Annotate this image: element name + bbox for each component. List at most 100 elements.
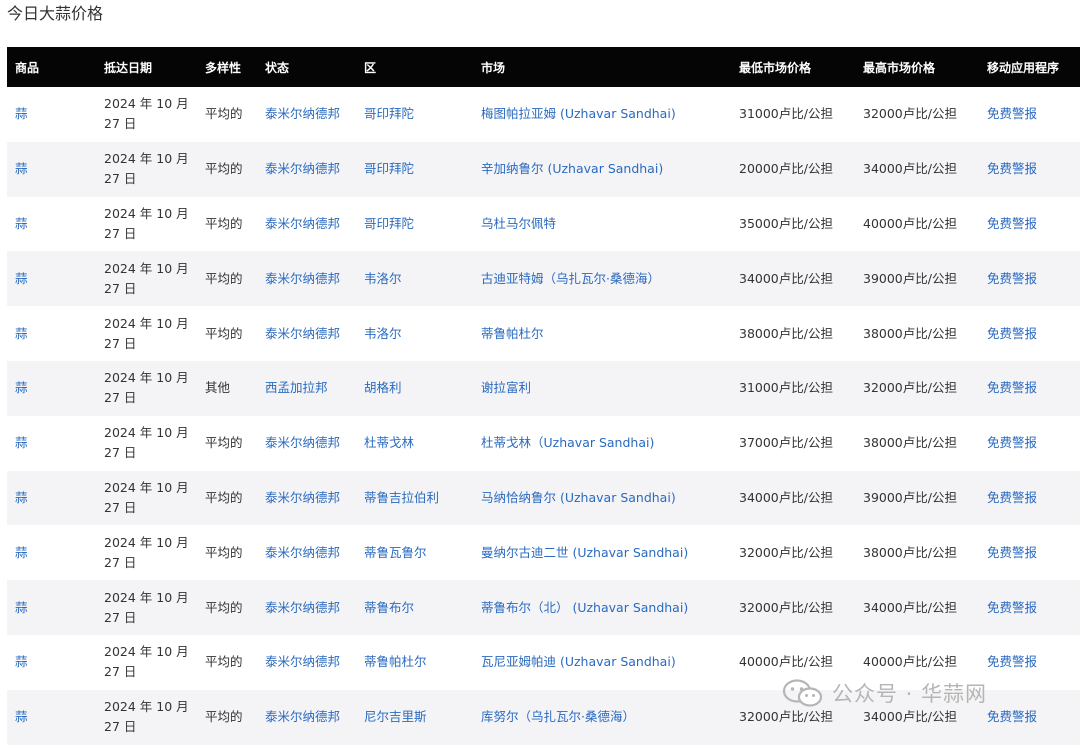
- market-link[interactable]: 蒂鲁布尔（北） (Uzhavar Sandhai): [481, 600, 688, 615]
- commodity-link[interactable]: 蒜: [15, 216, 28, 231]
- state-link[interactable]: 泰米尔纳德邦: [265, 654, 340, 669]
- cell-app: 免费警报: [979, 580, 1080, 635]
- market-link[interactable]: 瓦尼亚姆帕迪 (Uzhavar Sandhai): [481, 654, 676, 669]
- district-link[interactable]: 杜蒂戈林: [364, 435, 414, 450]
- market-link[interactable]: 古迪亚特姆（乌扎瓦尔·桑德海）: [481, 271, 660, 286]
- market-link[interactable]: 乌杜马尔佩特: [481, 216, 556, 231]
- cell-market: 杜蒂戈林（Uzhavar Sandhai): [473, 416, 731, 471]
- commodity-link[interactable]: 蒜: [15, 545, 28, 560]
- state-link[interactable]: 泰米尔纳德邦: [265, 435, 340, 450]
- free-alert-link[interactable]: 免费警报: [987, 106, 1037, 121]
- cell-variety: 平均的: [197, 306, 257, 361]
- free-alert-link[interactable]: 免费警报: [987, 654, 1037, 669]
- arrival-date: 2024 年 10 月 27 日: [104, 534, 189, 570]
- free-alert-link[interactable]: 免费警报: [987, 326, 1037, 341]
- free-alert-link[interactable]: 免费警报: [987, 161, 1037, 176]
- market-link[interactable]: 库努尔（乌扎瓦尔·桑德海）: [481, 709, 635, 724]
- cell-district: 韦洛尔: [356, 306, 473, 361]
- cell-date: 2024 年 10 月 27 日: [96, 416, 197, 471]
- commodity-link[interactable]: 蒜: [15, 654, 28, 669]
- free-alert-link[interactable]: 免费警报: [987, 545, 1037, 560]
- free-alert-link[interactable]: 免费警报: [987, 490, 1037, 505]
- free-alert-link[interactable]: 免费警报: [987, 380, 1037, 395]
- min-price: 38000卢比/公担: [739, 325, 833, 341]
- district-link[interactable]: 蒂鲁布尔: [364, 600, 414, 615]
- cell-min: 31000卢比/公担: [731, 87, 855, 142]
- cell-state: 泰米尔纳德邦: [257, 197, 356, 252]
- cell-commodity: 蒜: [7, 87, 96, 142]
- max-price: 38000卢比/公担: [863, 544, 957, 560]
- commodity-link[interactable]: 蒜: [15, 600, 28, 615]
- state-link[interactable]: 泰米尔纳德邦: [265, 600, 340, 615]
- district-link[interactable]: 蒂鲁瓦鲁尔: [364, 545, 427, 560]
- cell-commodity: 蒜: [7, 306, 96, 361]
- cell-market: 蒂鲁帕杜尔: [473, 306, 731, 361]
- cell-commodity: 蒜: [7, 580, 96, 635]
- district-link[interactable]: 尼尔吉里斯: [364, 709, 427, 724]
- cell-district: 韦洛尔: [356, 251, 473, 306]
- cell-state: 泰米尔纳德邦: [257, 690, 356, 745]
- cell-commodity: 蒜: [7, 635, 96, 690]
- commodity-link[interactable]: 蒜: [15, 709, 28, 724]
- free-alert-link[interactable]: 免费警报: [987, 709, 1037, 724]
- district-link[interactable]: 哥印拜陀: [364, 216, 414, 231]
- commodity-link[interactable]: 蒜: [15, 326, 28, 341]
- state-link[interactable]: 泰米尔纳德邦: [265, 216, 340, 231]
- state-link[interactable]: 泰米尔纳德邦: [265, 545, 340, 560]
- state-link[interactable]: 泰米尔纳德邦: [265, 106, 340, 121]
- state-link[interactable]: 泰米尔纳德邦: [265, 326, 340, 341]
- commodity-link[interactable]: 蒜: [15, 271, 28, 286]
- cell-market: 古迪亚特姆（乌扎瓦尔·桑德海）: [473, 251, 731, 306]
- cell-state: 泰米尔纳德邦: [257, 635, 356, 690]
- arrival-date: 2024 年 10 月 27 日: [104, 699, 189, 735]
- cell-min: 34000卢比/公担: [731, 471, 855, 526]
- header-commodity: 商品: [15, 60, 40, 75]
- market-link[interactable]: 谢拉富利: [481, 380, 531, 395]
- state-link[interactable]: 泰米尔纳德邦: [265, 709, 340, 724]
- cell-max: 39000卢比/公担: [855, 251, 979, 306]
- free-alert-link[interactable]: 免费警报: [987, 216, 1037, 231]
- table-header-row: 商品 抵达日期 多样性 状态 区 市场 最低市场价格 最高市场价格 移动应用程序: [7, 47, 1080, 87]
- market-link[interactable]: 辛加纳鲁尔 (Uzhavar Sandhai): [481, 161, 663, 176]
- market-link[interactable]: 梅图帕拉亚姆 (Uzhavar Sandhai): [481, 106, 676, 121]
- arrival-date: 2024 年 10 月 27 日: [104, 96, 189, 132]
- cell-district: 杜蒂戈林: [356, 416, 473, 471]
- district-link[interactable]: 哥印拜陀: [364, 106, 414, 121]
- watermark: 公众号 · 华蒜网: [782, 678, 987, 708]
- district-link[interactable]: 胡格利: [364, 380, 402, 395]
- arrival-date: 2024 年 10 月 27 日: [104, 644, 189, 680]
- cell-app: 免费警报: [979, 525, 1080, 580]
- commodity-link[interactable]: 蒜: [15, 435, 28, 450]
- cell-market: 蒂鲁布尔（北） (Uzhavar Sandhai): [473, 580, 731, 635]
- state-link[interactable]: 泰米尔纳德邦: [265, 161, 340, 176]
- free-alert-link[interactable]: 免费警报: [987, 600, 1037, 615]
- header-min-price: 最低市场价格: [739, 60, 812, 75]
- district-link[interactable]: 韦洛尔: [364, 326, 402, 341]
- min-price: 32000卢比/公担: [739, 709, 833, 725]
- commodity-link[interactable]: 蒜: [15, 161, 28, 176]
- state-link[interactable]: 泰米尔纳德邦: [265, 271, 340, 286]
- commodity-link[interactable]: 蒜: [15, 490, 28, 505]
- state-link[interactable]: 泰米尔纳德邦: [265, 490, 340, 505]
- market-link[interactable]: 杜蒂戈林（Uzhavar Sandhai): [481, 435, 654, 450]
- commodity-link[interactable]: 蒜: [15, 106, 28, 121]
- market-link[interactable]: 曼纳尔古迪二世 (Uzhavar Sandhai): [481, 545, 688, 560]
- district-link[interactable]: 哥印拜陀: [364, 161, 414, 176]
- cell-variety: 平均的: [197, 197, 257, 252]
- state-link[interactable]: 西孟加拉邦: [265, 380, 328, 395]
- free-alert-link[interactable]: 免费警报: [987, 435, 1037, 450]
- cell-commodity: 蒜: [7, 142, 96, 197]
- cell-min: 20000卢比/公担: [731, 142, 855, 197]
- price-table: 商品 抵达日期 多样性 状态 区 市场 最低市场价格 最高市场价格 移动应用程序…: [7, 47, 1080, 745]
- table-row: 蒜 2024 年 10 月 27 日平均的 泰米尔纳德邦 蒂鲁吉拉伯利 马纳恰纳鲁尔 (…: [7, 470, 1080, 526]
- min-price: 34000卢比/公担: [739, 489, 833, 505]
- market-link[interactable]: 马纳恰纳鲁尔 (Uzhavar Sandhai): [481, 490, 676, 505]
- variety: 平均的: [205, 161, 243, 177]
- cell-max: 38000卢比/公担: [855, 306, 979, 361]
- district-link[interactable]: 蒂鲁吉拉伯利: [364, 490, 439, 505]
- market-link[interactable]: 蒂鲁帕杜尔: [481, 326, 544, 341]
- district-link[interactable]: 韦洛尔: [364, 271, 402, 286]
- district-link[interactable]: 蒂鲁帕杜尔: [364, 654, 427, 669]
- commodity-link[interactable]: 蒜: [15, 380, 28, 395]
- free-alert-link[interactable]: 免费警报: [987, 271, 1037, 286]
